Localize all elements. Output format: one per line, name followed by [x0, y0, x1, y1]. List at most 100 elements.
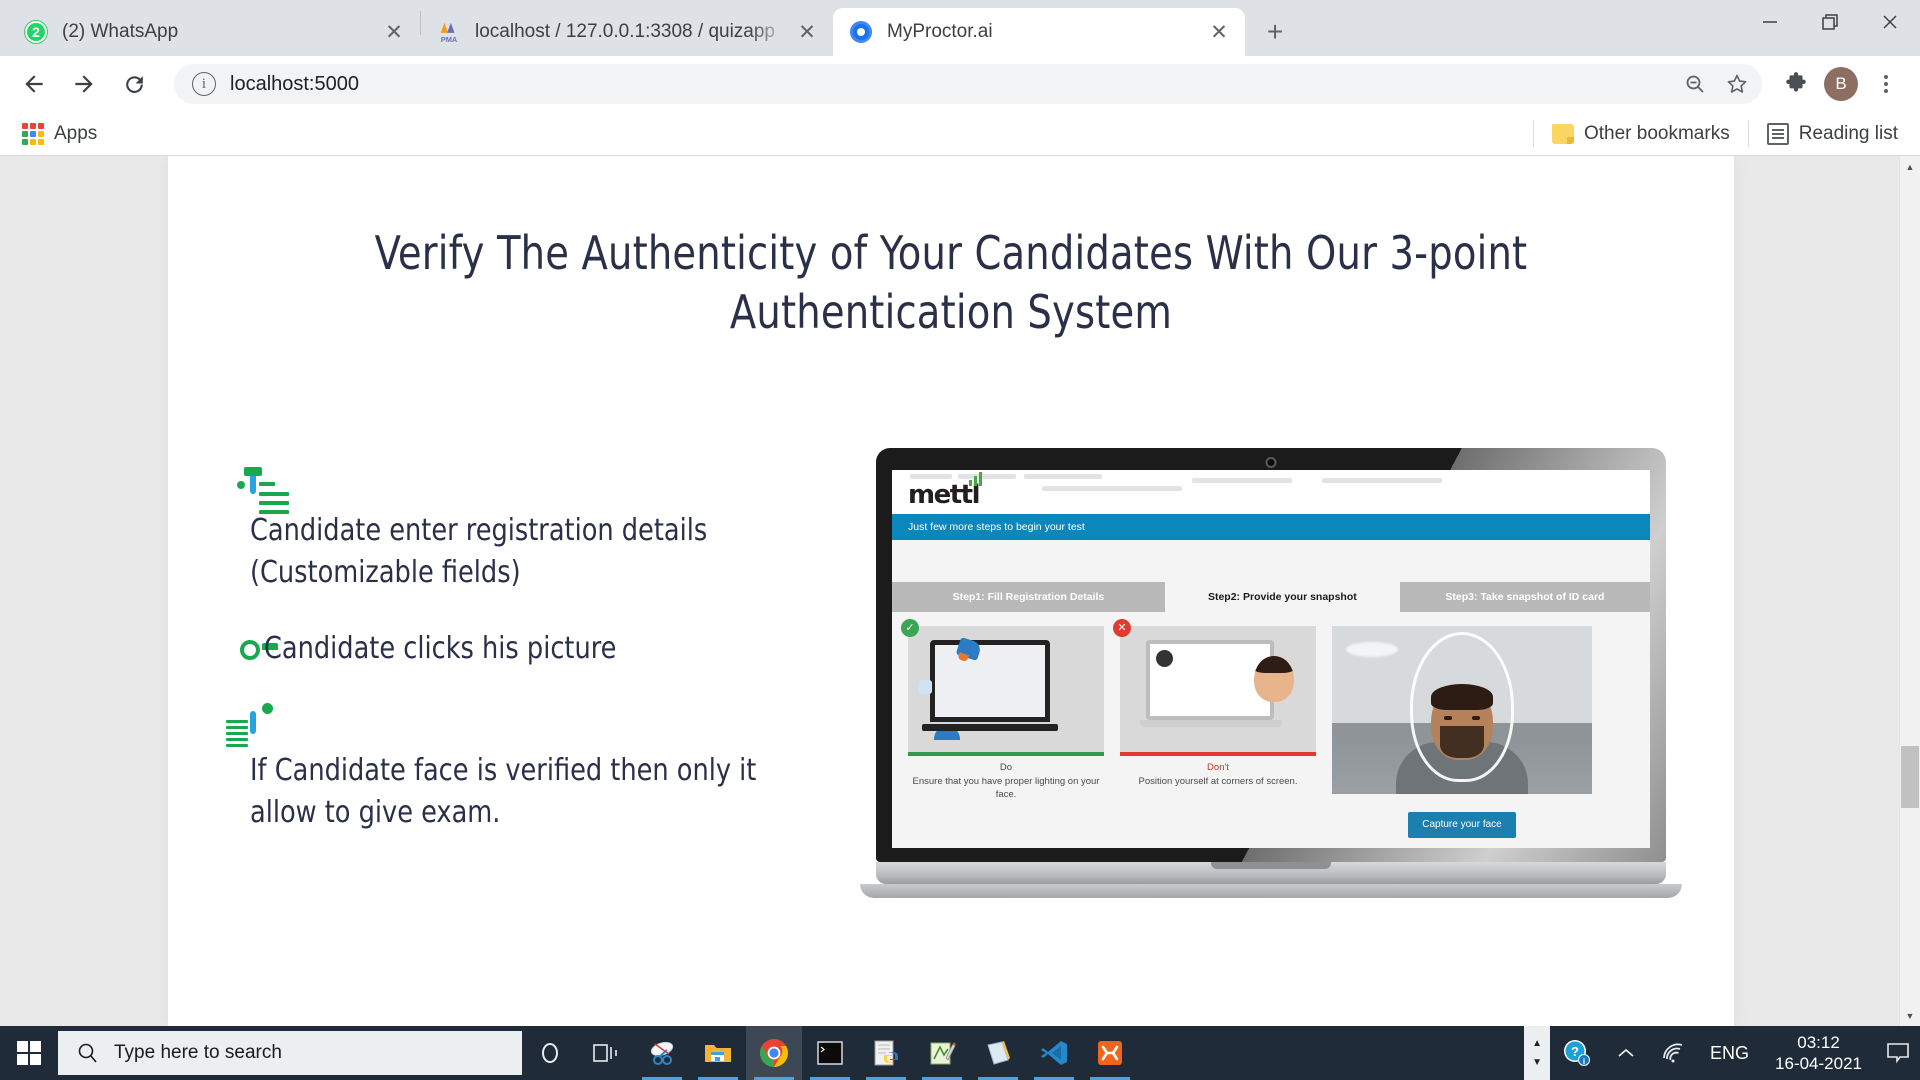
chrome-icon[interactable] [746, 1026, 802, 1080]
step-3[interactable]: Step3: Take snapshot of ID card [1399, 581, 1650, 612]
sticky-notes-icon[interactable] [970, 1026, 1026, 1080]
close-icon[interactable] [1860, 0, 1920, 44]
scroll-up-icon[interactable]: ▲ [1532, 1038, 1542, 1049]
tip-do: ✓ Do Ensure that you have proper lightin… [901, 618, 1104, 848]
folder-icon [1551, 123, 1574, 144]
zoom-out-icon[interactable] [1676, 65, 1714, 103]
step-1[interactable]: Step1: Fill Registration Details [892, 581, 1165, 612]
dont-body: Position yourself at corners of screen. [1138, 775, 1298, 787]
python-idle-icon[interactable] [858, 1026, 914, 1080]
mettl-screenshot: mettl Just few more steps to begin your … [892, 469, 1650, 848]
webcam-feed [1332, 625, 1592, 794]
capture-face-button[interactable]: Capture your face [1408, 811, 1516, 838]
taskbar-scroll-arrows[interactable]: ▲ ▼ [1524, 1026, 1551, 1080]
mettl-steps: Step1: Fill Registration Details Step2: … [892, 581, 1650, 612]
svg-text:i: i [1583, 1057, 1585, 1066]
minimize-icon[interactable] [1740, 0, 1800, 44]
mettl-spacer [892, 539, 1650, 582]
laptop-mockup: mettl Just few more steps to begin your … [858, 428, 1684, 898]
laptop-webcam-icon [1265, 456, 1277, 468]
browser-tab-myproctor[interactable]: MyProctor.ai ✕ [833, 8, 1245, 56]
other-bookmarks-label: Other bookmarks [1583, 122, 1730, 144]
laptop-lid: mettl Just few more steps to begin your … [876, 447, 1666, 862]
reading-list-label: Reading list [1798, 122, 1898, 144]
scroll-down-arrow-icon[interactable]: ▼ [1900, 1005, 1920, 1026]
webcam-preview: Capture your face [1332, 625, 1592, 848]
taskbar-icons [522, 1026, 1138, 1080]
other-bookmarks-button[interactable]: Other bookmarks [1544, 119, 1738, 149]
scroll-down-icon[interactable]: ▼ [1532, 1057, 1542, 1068]
page-title: Verify The Authenticity of Your Candidat… [374, 226, 1528, 339]
browser-toolbar: i localhost:5000 B [0, 56, 1920, 112]
feature-text: Candidate clicks his picture [264, 630, 617, 666]
tab-close-icon[interactable]: ✕ [380, 18, 408, 46]
tip-dont: ✕ Don't Position yourself at corners of … [1113, 618, 1316, 848]
language-indicator[interactable]: ENG [1698, 1026, 1761, 1080]
apps-shortcut[interactable]: Apps [14, 119, 105, 149]
taskbar-clock[interactable]: 03:12 16-04-2021 [1761, 1032, 1876, 1075]
mettl-snapshot-panel: ✓ Do Ensure that you have proper lightin… [892, 611, 1650, 848]
snipping-tool-icon[interactable] [634, 1026, 690, 1080]
puzzle-icon[interactable] [1774, 62, 1818, 106]
mettl-header: mettl [892, 469, 1650, 514]
browser-tab-phpmyadmin[interactable]: PMA localhost / 127.0.0.1:3308 / quizapp… [421, 8, 833, 56]
address-bar[interactable]: i localhost:5000 [174, 64, 1762, 104]
tab-title: MyProctor.ai [887, 21, 993, 42]
scroll-up-arrow-icon[interactable]: ▲ [1900, 156, 1920, 177]
bookmarks-bar: Apps Other bookmarks Reading list [0, 112, 1920, 156]
feature-item-registration: Candidate enter registration details (Cu… [237, 466, 858, 594]
feature-item-verification: If Candidate face is verified then only … [226, 702, 858, 834]
notifications-icon[interactable] [1876, 1026, 1920, 1080]
svg-text:?: ? [1571, 1044, 1579, 1059]
feature-text: If Candidate face is verified then only … [250, 752, 757, 830]
tab-title: (2) WhatsApp [62, 21, 179, 42]
page-viewport: Verify The Authenticity of Your Candidat… [0, 156, 1920, 1026]
restore-icon[interactable] [1800, 0, 1860, 44]
wifi-icon[interactable] [1648, 1026, 1698, 1080]
step-2[interactable]: Step2: Provide your snapshot [1164, 581, 1400, 612]
command-prompt-icon[interactable] [802, 1026, 858, 1080]
vs-code-icon[interactable] [1026, 1026, 1082, 1080]
info-icon[interactable]: i [192, 72, 216, 96]
new-tab-button[interactable]: + [1255, 12, 1295, 52]
windows-start-icon[interactable] [0, 1026, 58, 1080]
search-icon [76, 1041, 100, 1065]
star-icon[interactable] [1718, 65, 1756, 103]
whatsapp-badge: 2 [25, 21, 47, 43]
taskbar-search-input[interactable]: Type here to search [58, 1031, 522, 1075]
task-view-icon[interactable] [578, 1026, 634, 1080]
cortana-icon[interactable] [522, 1026, 578, 1080]
mettl-banner: Just few more steps to begin your test [892, 513, 1650, 540]
svg-text:PMA: PMA [441, 35, 458, 44]
do-title: Do [999, 761, 1013, 773]
reload-icon[interactable] [112, 62, 156, 106]
kebab-menu-icon[interactable] [1864, 62, 1908, 106]
window-controls [1740, 0, 1920, 44]
profile-avatar[interactable]: B [1824, 67, 1858, 101]
system-tray: ▲ ▼ ? i ENG 03:12 16-04-2021 [1524, 1026, 1920, 1080]
forward-arrow-icon[interactable] [62, 62, 106, 106]
mettl-logo: mettl [908, 471, 982, 510]
xampp-icon[interactable] [1082, 1026, 1138, 1080]
show-hidden-icons-icon[interactable] [1604, 1026, 1648, 1080]
dont-title: Don't [1207, 761, 1229, 773]
notepad-plus-plus-icon[interactable] [914, 1026, 970, 1080]
file-explorer-icon[interactable] [690, 1026, 746, 1080]
bookmark-separator [1747, 120, 1749, 147]
feature-list: Candidate enter registration details (Cu… [218, 428, 858, 868]
laptop-foot [860, 883, 1682, 898]
back-arrow-icon[interactable] [12, 62, 56, 106]
browser-tab-whatsapp[interactable]: 2 (2) WhatsApp ✕ [8, 8, 420, 56]
tab-close-icon[interactable]: ✕ [793, 18, 821, 46]
reading-list-button[interactable]: Reading list [1759, 119, 1906, 149]
do-underline [908, 751, 1104, 756]
apps-grid-icon [22, 122, 44, 145]
scrollbar-thumb[interactable] [1901, 746, 1919, 808]
cross-badge-icon: ✕ [1113, 618, 1131, 637]
search-placeholder: Type here to search [114, 1042, 282, 1063]
url-text[interactable]: localhost:5000 [230, 73, 1676, 96]
page-scrollbar[interactable]: ▲ ▼ [1899, 156, 1920, 1026]
help-question-icon[interactable]: ? i [1550, 1026, 1604, 1080]
phpmyadmin-icon: PMA [437, 20, 461, 44]
tab-close-icon[interactable]: ✕ [1205, 18, 1233, 46]
